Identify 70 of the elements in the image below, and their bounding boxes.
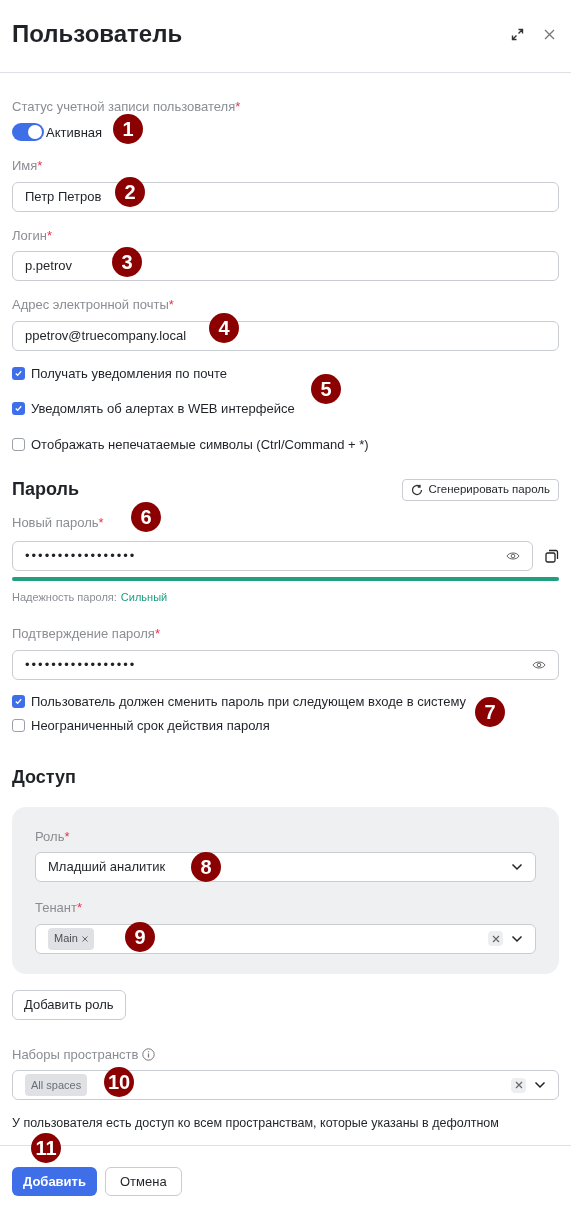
- field-label: Наборы пространств: [12, 1045, 139, 1064]
- eye-icon[interactable]: [506, 550, 520, 561]
- refresh-icon: [410, 483, 423, 496]
- checkbox[interactable]: [12, 437, 25, 451]
- tag: Main: [48, 927, 94, 950]
- field-label: Подтверждение пароля: [12, 625, 155, 643]
- checkbox-label: Неограниченный срок действия пароля: [31, 717, 270, 735]
- section-heading: Доступ: [12, 765, 77, 789]
- checkbox[interactable]: [12, 694, 25, 708]
- info-icon[interactable]: [142, 1047, 156, 1061]
- checkmark-icon: [14, 368, 23, 378]
- add-button[interactable]: Добавить: [12, 1167, 97, 1196]
- add-role-button[interactable]: Добавить роль: [12, 989, 126, 1020]
- strength-label: Надежность пароля:: [12, 589, 117, 605]
- checkbox-label: Получать уведомления по почте: [31, 364, 227, 383]
- checkbox[interactable]: [12, 719, 25, 733]
- required-asterisk: *: [235, 98, 241, 116]
- close-icon[interactable]: [544, 29, 555, 40]
- expand-icon[interactable]: [511, 28, 524, 41]
- password-input[interactable]: •••••••••••••••••: [12, 649, 559, 680]
- callout-marker: 7: [475, 697, 505, 727]
- remove-icon[interactable]: [81, 935, 88, 942]
- dialog-title: Пользователь: [12, 19, 183, 49]
- field-label: Новый пароль: [12, 514, 99, 532]
- checkmark-icon: [14, 404, 23, 414]
- required-asterisk: *: [77, 899, 83, 917]
- callout-marker: 5: [311, 374, 341, 404]
- checkmark-icon: [14, 696, 23, 706]
- checkbox[interactable]: [12, 402, 25, 416]
- callout-marker: 10: [104, 1067, 134, 1097]
- clear-button[interactable]: [488, 931, 503, 946]
- field-label: Имя: [12, 157, 38, 175]
- callout-marker: 3: [112, 247, 142, 277]
- strength-value: Сильный: [120, 589, 168, 605]
- callout-marker: 6: [131, 502, 161, 532]
- x-icon: [514, 1081, 523, 1089]
- field-label: Тенант: [35, 899, 77, 917]
- checkbox-label: Пользователь должен сменить пароль при следующем входе в систему: [31, 692, 467, 711]
- callout-marker: 11: [31, 1133, 61, 1163]
- checkbox-label: Уведомлять об алертах в WEB интерфейсе: [31, 400, 295, 418]
- callout-marker: 4: [209, 313, 239, 343]
- callout-marker: 2: [115, 177, 145, 207]
- clear-button[interactable]: [511, 1077, 526, 1093]
- password-input[interactable]: •••••••••••••••••: [12, 540, 533, 571]
- required-asterisk: *: [37, 157, 43, 175]
- field-label: Роль: [35, 827, 65, 846]
- field-label: Статус учетной записи пользователя: [12, 98, 236, 116]
- copy-icon[interactable]: [545, 548, 559, 563]
- generate-password-button[interactable]: Сгенерировать пароль: [401, 478, 559, 501]
- field-label: Логин: [12, 226, 47, 245]
- checkbox[interactable]: [12, 366, 25, 380]
- status-value: Активная: [46, 123, 103, 142]
- required-asterisk: *: [64, 827, 70, 846]
- chevron-down-icon[interactable]: [511, 863, 523, 871]
- required-asterisk: *: [168, 296, 174, 314]
- x-icon: [491, 934, 500, 943]
- section-heading: Пароль: [12, 478, 79, 501]
- space-sets-note: У пользователя есть доступ ко всем пространствам, которые указаны в дефолтном: [12, 1115, 500, 1132]
- cancel-button[interactable]: Отмена: [104, 1167, 182, 1196]
- toggle-switch[interactable]: [12, 123, 44, 142]
- required-asterisk: *: [154, 625, 160, 643]
- required-asterisk: *: [46, 226, 52, 245]
- tag: All spaces: [25, 1074, 88, 1096]
- chevron-down-icon[interactable]: [511, 934, 523, 943]
- field-label: Адрес электронной почты: [12, 296, 169, 314]
- eye-icon[interactable]: [532, 659, 546, 670]
- callout-marker: 1: [113, 114, 143, 144]
- required-asterisk: *: [98, 514, 104, 532]
- chevron-down-icon[interactable]: [534, 1081, 546, 1089]
- checkbox-label: Отображать непечатаемые символы (Ctrl/Command + *): [31, 435, 369, 454]
